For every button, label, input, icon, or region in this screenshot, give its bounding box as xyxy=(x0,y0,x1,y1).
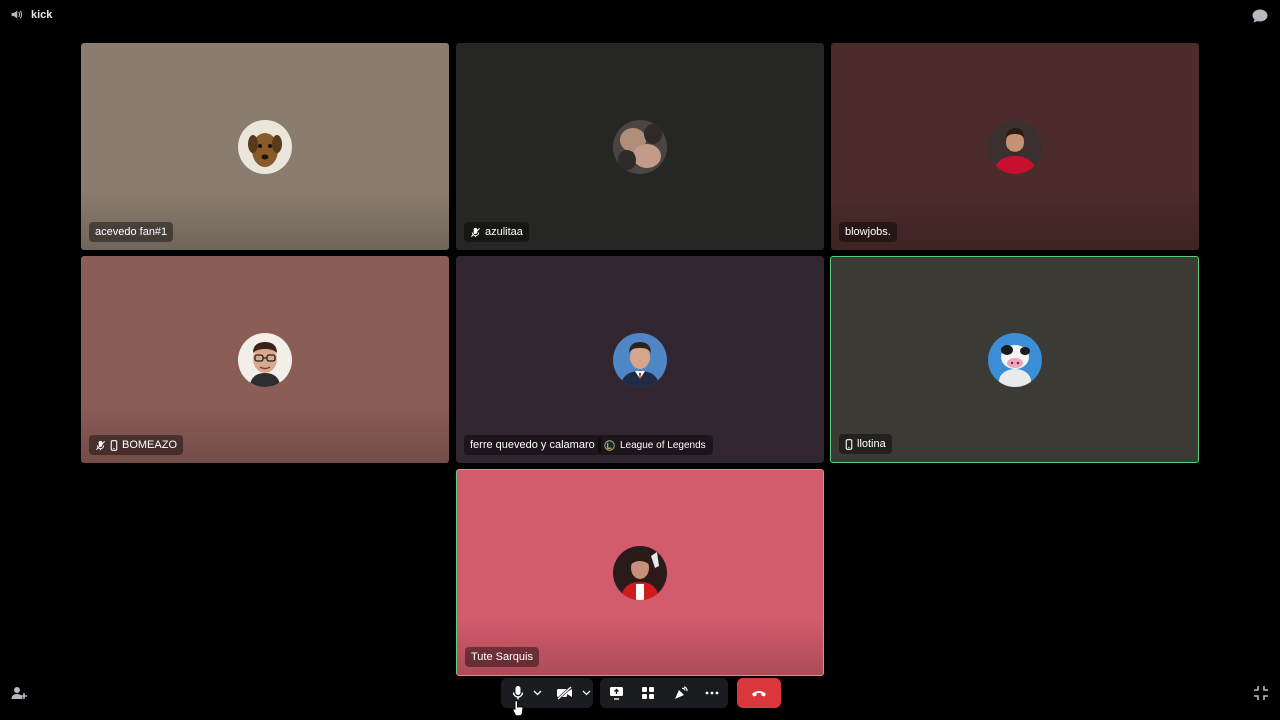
invite-icon xyxy=(11,687,27,699)
participant-tile[interactable]: acevedo fan#1 xyxy=(81,43,449,250)
camera-button[interactable] xyxy=(550,678,579,708)
avatar xyxy=(613,119,667,174)
nameplate: Tute Sarquis xyxy=(465,647,539,667)
participant-tile[interactable]: llotina xyxy=(830,256,1199,463)
participant-name: blowjobs. xyxy=(845,226,891,238)
chevron-down-icon xyxy=(582,690,591,696)
avatar xyxy=(987,332,1042,387)
voice-channel-header: kick xyxy=(10,8,52,21)
participant-tile[interactable]: Tute Sarquis xyxy=(456,469,824,676)
chevron-down-icon xyxy=(533,690,542,696)
league-of-legends-icon xyxy=(604,439,615,451)
exit-fullscreen-icon xyxy=(1254,686,1268,700)
nameplate: azulitaa xyxy=(464,222,529,242)
channel-name: kick xyxy=(31,8,53,21)
soundboard-button[interactable] xyxy=(664,678,696,708)
avatar xyxy=(988,119,1042,174)
top-bar: kick xyxy=(0,0,1280,32)
participant-tile[interactable]: blowjobs. xyxy=(831,43,1199,250)
activity-label: League of Legends xyxy=(620,439,706,451)
chat-bubble-icon xyxy=(1252,9,1268,23)
camera-off-icon xyxy=(557,686,573,700)
avatar xyxy=(613,332,667,387)
avatar xyxy=(238,119,292,174)
nameplate: blowjobs. xyxy=(839,222,897,242)
activities-button[interactable] xyxy=(632,678,664,708)
disconnect-button[interactable] xyxy=(737,678,781,708)
microphone-muted-icon xyxy=(470,227,481,237)
participant-name: ferre quevedo y calamaro xyxy=(470,439,595,451)
nameplate: ferre quevedo y calamaro xyxy=(464,435,601,455)
speaker-icon xyxy=(11,10,23,19)
participant-tile[interactable]: ferre quevedo y calamaro League of Legen… xyxy=(456,256,824,463)
camera-options-button[interactable] xyxy=(579,678,593,708)
avatar xyxy=(613,545,667,600)
participant-name: BOMEAZO xyxy=(122,439,178,451)
nameplate: llotina xyxy=(839,434,892,454)
participant-name: azulitaa xyxy=(485,226,523,238)
exit-fullscreen-button[interactable] xyxy=(1252,684,1270,702)
microphone-muted-icon xyxy=(95,440,106,450)
mobile-phone-icon xyxy=(110,439,118,451)
soundboard-icon xyxy=(674,685,688,699)
more-icon xyxy=(705,691,719,695)
nameplate: BOMEAZO xyxy=(89,435,184,455)
nameplate: acevedo fan#1 xyxy=(89,222,174,242)
mouse-cursor xyxy=(512,700,524,717)
mobile-phone-icon xyxy=(845,438,853,450)
chat-button[interactable] xyxy=(1251,8,1269,24)
call-actions xyxy=(600,678,728,708)
participant-name: acevedo fan#1 xyxy=(95,226,168,238)
participant-tile[interactable]: BOMEAZO xyxy=(81,256,449,463)
invite-button[interactable] xyxy=(10,684,28,702)
hang-up-icon xyxy=(752,691,766,697)
participant-name: llotina xyxy=(857,438,886,450)
activity-badge[interactable]: League of Legends xyxy=(598,435,713,455)
more-options-button[interactable] xyxy=(696,678,728,708)
screen-share-button[interactable] xyxy=(600,678,632,708)
screen-share-icon xyxy=(609,687,623,700)
activities-icon xyxy=(642,687,654,699)
participant-name: Tute Sarquis xyxy=(471,651,533,663)
microphone-options-button[interactable] xyxy=(530,678,544,708)
participant-tile[interactable]: azulitaa xyxy=(456,43,824,250)
avatar xyxy=(238,332,292,387)
